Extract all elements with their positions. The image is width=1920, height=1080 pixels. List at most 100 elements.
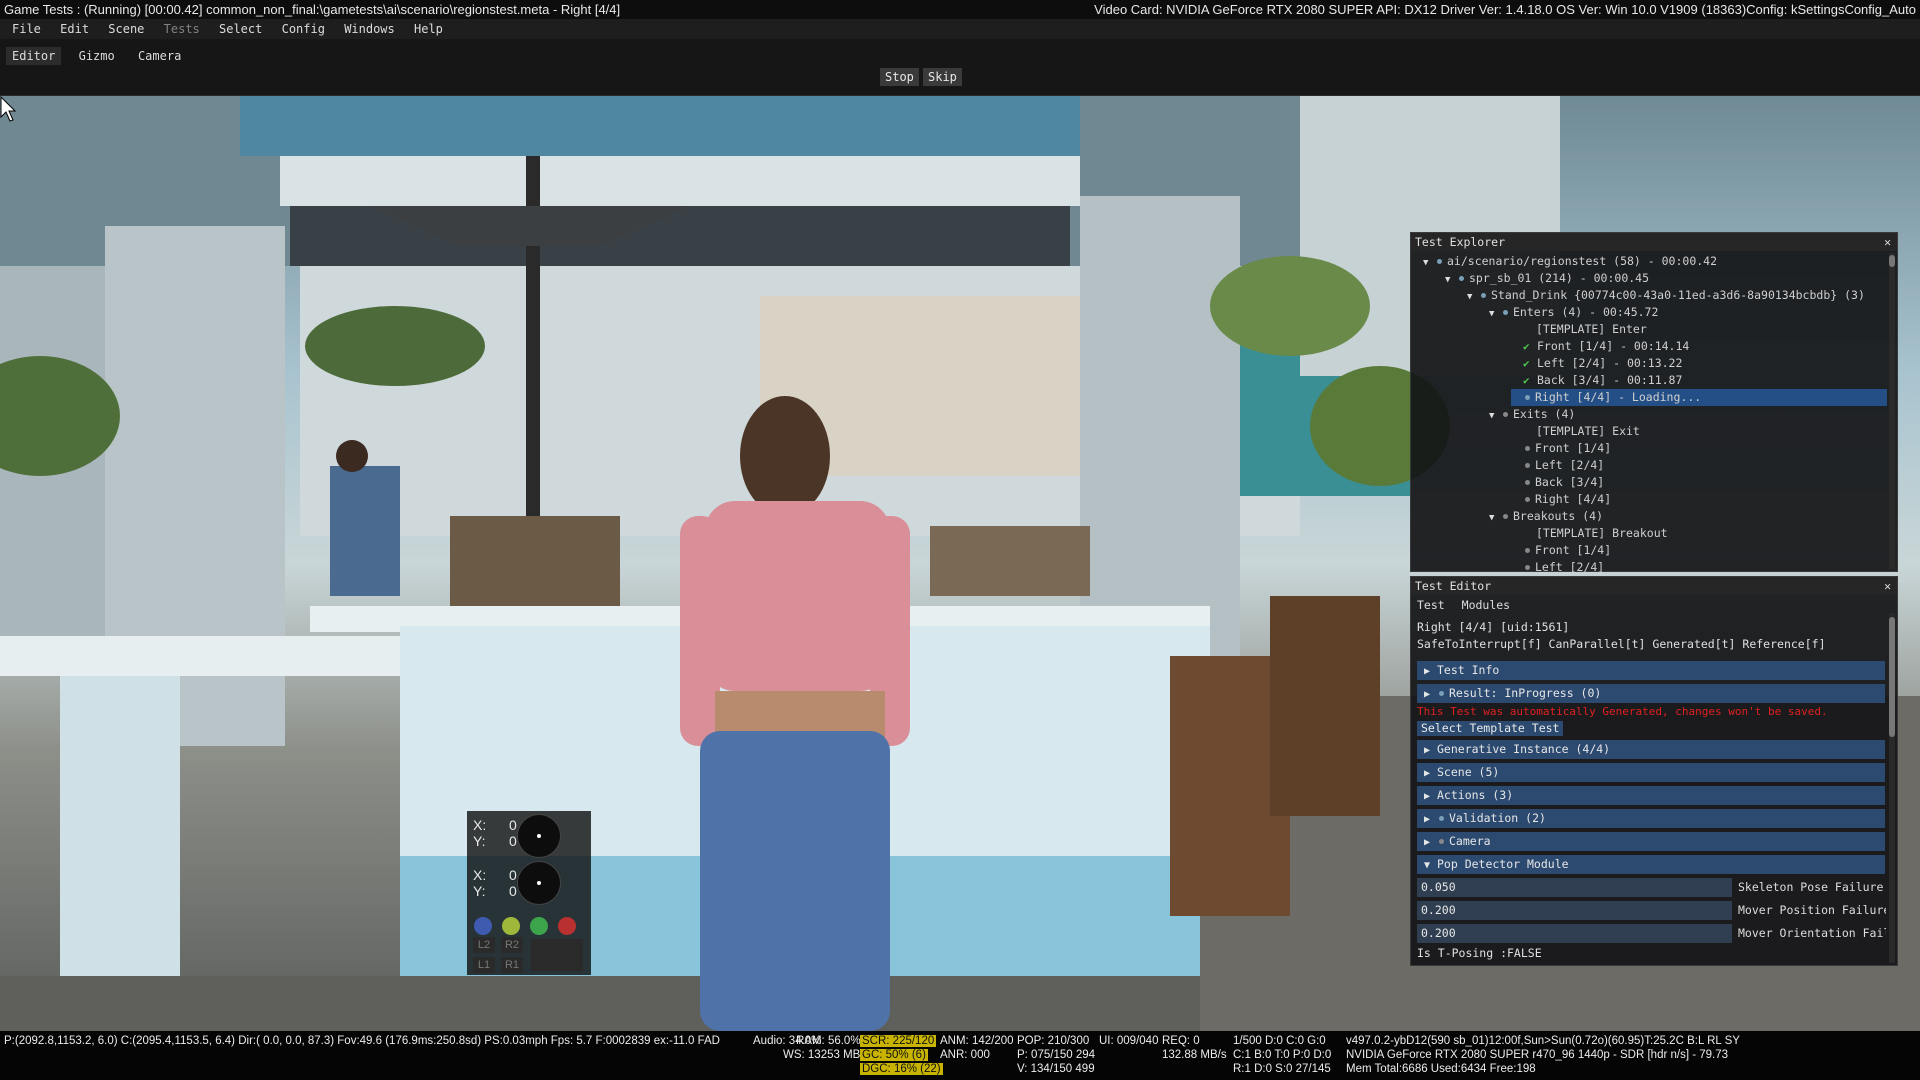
l1-indicator: L1	[473, 957, 495, 973]
req-readout: REQ: 0	[1162, 1035, 1200, 1047]
tree-item[interactable]: Left [2/4]	[1511, 457, 1604, 474]
window-titlebar: Game Tests : (Running) [00:00.42] common…	[0, 0, 1920, 19]
menu-edit[interactable]: Edit	[54, 19, 95, 39]
tree-item-label: [TEMPLATE] Exit	[1536, 424, 1640, 438]
pop-vehicles-readout: V: 134/150 499	[1017, 1063, 1095, 1075]
tree-item[interactable]: Front [1/4]	[1511, 440, 1611, 457]
status-dot-icon	[1439, 815, 1444, 821]
tree-item[interactable]: Right [4/4] - Loading...	[1511, 389, 1887, 406]
expand-arrow-icon[interactable]: ▼	[1467, 289, 1479, 306]
draw-stats-3: R:1 D:0 S:0 27/145	[1233, 1063, 1331, 1075]
mover-orientation-label: Mover Orientation Failure	[1738, 926, 1886, 940]
status-dot-icon	[1503, 513, 1508, 519]
editor-scroll-thumb[interactable]	[1889, 617, 1895, 737]
expand-arrow-icon[interactable]: ▼	[1423, 255, 1435, 272]
section-test-info[interactable]: ▶ Test Info	[1417, 661, 1885, 680]
tool-tabs: Editor Gizmo Camera	[6, 47, 191, 65]
tree-item[interactable]: ▼ Breakouts (4)	[1489, 508, 1603, 525]
expand-arrow-icon[interactable]: ▼	[1445, 272, 1457, 289]
section-actions[interactable]: ▶ Actions (3)	[1417, 786, 1885, 805]
mover-position-label: Mover Position Failure	[1738, 903, 1886, 917]
tree-item[interactable]: [TEMPLATE] Enter	[1511, 321, 1647, 338]
ram-readout: RAM: 56.0%	[796, 1035, 861, 1047]
tree-item[interactable]: Left [2/4]	[1511, 559, 1604, 576]
mover-position-input[interactable]: 0.200	[1417, 901, 1732, 920]
field-skeleton-pose-failure: 0.050 Skeleton Pose Failure	[1417, 878, 1885, 897]
menu-bar: File Edit Scene Tests Select Config Wind…	[0, 19, 1920, 39]
draw-stats-2: C:1 B:0 T:0 P:0 D:0	[1233, 1049, 1332, 1061]
close-icon[interactable]: ✕	[1884, 233, 1891, 251]
debug-status-bar: P:(2092.8,1153.2, 6.0) C:(2095.4,1153.5,…	[0, 1031, 1920, 1080]
ws-readout: WS: 13253 MB	[783, 1049, 861, 1061]
tree-item-label: [TEMPLATE] Enter	[1536, 322, 1647, 336]
tree-item[interactable]: ✔ Left [2/4] - 00:13.22	[1511, 355, 1682, 372]
skip-button[interactable]: Skip	[923, 68, 962, 86]
tree-item-label: [TEMPLATE] Breakout	[1536, 526, 1668, 540]
tab-modules[interactable]: Modules	[1462, 598, 1510, 612]
tab-editor[interactable]: Editor	[6, 47, 62, 65]
menu-file[interactable]: File	[6, 19, 47, 39]
tab-test[interactable]: Test	[1417, 598, 1445, 612]
section-scene[interactable]: ▶ Scene (5)	[1417, 763, 1885, 782]
tree-item[interactable]: ▼ ai/scenario/regionstest (58) - 00:00.42	[1423, 253, 1717, 270]
mover-orientation-input[interactable]: 0.200	[1417, 924, 1732, 943]
face-button-x-icon	[474, 917, 492, 935]
memory-readout: Mem Total:6686 Used:6434 Free:198	[1346, 1063, 1536, 1075]
close-icon[interactable]: ✕	[1884, 577, 1891, 595]
tree-item[interactable]: ▼ Exits (4)	[1489, 406, 1575, 423]
system-info: Video Card: NVIDIA GeForce RTX 2080 SUPE…	[1094, 2, 1916, 17]
tree-item[interactable]: ✔ Front [1/4] - 00:14.14	[1511, 338, 1689, 355]
stop-button[interactable]: Stop	[880, 68, 919, 86]
face-button-a-icon	[530, 917, 548, 935]
tree-item[interactable]: Right [4/4]	[1511, 491, 1611, 508]
tree-item[interactable]: Back [3/4]	[1511, 474, 1604, 491]
tab-gizmo[interactable]: Gizmo	[73, 47, 121, 65]
tree-item[interactable]: [TEMPLATE] Exit	[1511, 423, 1640, 440]
test-flags-line: SafeToInterrupt[f] CanParallel[t] Genera…	[1417, 637, 1826, 651]
tree-item-label: spr_sb_01 (214) - 00:00.45	[1469, 271, 1650, 285]
menu-windows[interactable]: Windows	[338, 19, 401, 39]
tree-item[interactable]: ▼ Enters (4) - 00:45.72	[1489, 304, 1658, 321]
tree-item[interactable]: ▼ spr_sb_01 (214) - 00:00.45	[1445, 270, 1649, 287]
tree-item-label: Front [1/4]	[1535, 441, 1612, 455]
expand-arrow-icon[interactable]: ▼	[1489, 408, 1501, 425]
explorer-scroll-thumb[interactable]	[1889, 255, 1895, 267]
tree-item[interactable]: ✔ Back [3/4] - 00:11.87	[1511, 372, 1682, 389]
section-result[interactable]: ▶ Result: InProgress (0)	[1417, 684, 1885, 703]
mouse-cursor-icon	[0, 96, 16, 122]
pop-readout: POP: 210/300	[1017, 1035, 1090, 1047]
skeleton-pose-input[interactable]: 0.050	[1417, 878, 1732, 897]
test-name-line: Right [4/4] [uid:1561]	[1417, 620, 1570, 634]
r2-indicator: R2	[501, 937, 523, 953]
section-pop-detector[interactable]: ▼ Pop Detector Module	[1417, 855, 1885, 874]
tree-item-label: ai/scenario/regionstest (58) - 00:00.42	[1447, 254, 1718, 268]
build-readout: v497.0.2-ybD12(590 sb_01)12:00f,Sun>Sun(…	[1346, 1035, 1740, 1047]
menu-select[interactable]: Select	[213, 19, 268, 39]
section-validation[interactable]: ▶ Validation (2)	[1417, 809, 1885, 828]
expand-arrow-icon: ▶	[1423, 791, 1431, 802]
status-dot-icon	[1525, 394, 1530, 400]
tree-item[interactable]: [TEMPLATE] Breakout	[1511, 525, 1668, 542]
status-dot-icon	[1439, 690, 1444, 696]
tree-item[interactable]: Front [1/4]	[1511, 542, 1611, 559]
tree-item[interactable]: ▼ Stand_Drink {00774c00-43a0-11ed-a3d6-8a…	[1467, 287, 1865, 304]
expand-arrow-icon: ▶	[1423, 837, 1431, 848]
menu-config[interactable]: Config	[276, 19, 331, 39]
status-dot-icon	[1525, 462, 1530, 468]
section-generative-instance[interactable]: ▶ Generative Instance (4/4)	[1417, 740, 1885, 759]
tab-camera[interactable]: Camera	[132, 47, 187, 65]
expand-arrow-icon: ▶	[1423, 745, 1431, 756]
section-camera[interactable]: ▶ Camera	[1417, 832, 1885, 851]
t-posing-status: Is T-Posing :FALSE	[1417, 946, 1542, 960]
expand-arrow-icon[interactable]: ▼	[1489, 510, 1501, 527]
ui-readout: UI: 009/040	[1099, 1035, 1159, 1047]
test-editor-panel: Test Editor ✕ Test Modules Right [4/4] […	[1410, 576, 1898, 966]
menu-scene[interactable]: Scene	[102, 19, 150, 39]
select-template-test-button[interactable]: Select Template Test	[1417, 721, 1564, 736]
editor-scrollbar[interactable]	[1889, 613, 1895, 963]
check-icon: ✔	[1523, 374, 1530, 387]
expand-arrow-icon[interactable]: ▼	[1489, 306, 1501, 323]
menu-help[interactable]: Help	[408, 19, 449, 39]
l2-indicator: L2	[473, 937, 495, 953]
explorer-scrollbar[interactable]	[1889, 253, 1895, 569]
